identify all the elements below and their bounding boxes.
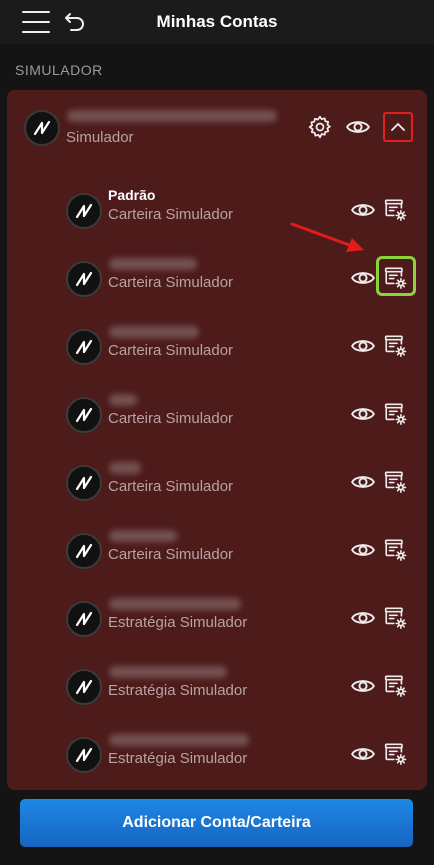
app-header: Minhas Contas [0, 0, 434, 44]
wallet-row[interactable]: Estratégia Simulador [7, 596, 427, 656]
wallet-eye-icon[interactable] [350, 673, 376, 699]
account-subtitle: Simulador [66, 129, 134, 146]
account-name-redacted [67, 110, 277, 122]
wallet-subtitle: Estratégia Simulador [108, 614, 248, 631]
wallet-row[interactable]: Carteira Simulador [7, 256, 427, 316]
wallet-eye-icon[interactable] [350, 605, 376, 631]
wallet-subtitle: Carteira Simulador [108, 410, 234, 427]
page-title: Minhas Contas [156, 12, 278, 31]
wallet-config-icon[interactable] [383, 401, 409, 427]
wallet-avatar-icon [66, 193, 102, 229]
wallet-config-icon[interactable] [383, 537, 409, 563]
wallet-config-icon[interactable] [383, 605, 409, 631]
wallet-row[interactable]: Carteira Simulador [7, 324, 427, 384]
collapse-chevron-up-button[interactable] [383, 112, 413, 142]
wallet-subtitle: Carteira Simulador [108, 478, 234, 495]
settings-gear-icon[interactable] [307, 114, 333, 140]
account-avatar-icon [24, 110, 60, 146]
section-label: SIMULADOR [15, 62, 103, 78]
wallet-avatar-icon [66, 601, 102, 637]
wallet-name-redacted [109, 598, 241, 610]
wallet-subtitle: Carteira Simulador [108, 342, 234, 359]
annotation-arrow-icon [290, 222, 364, 252]
wallet-subtitle: Estratégia Simulador [108, 750, 248, 767]
wallet-avatar-icon [66, 397, 102, 433]
account-eye-icon[interactable] [345, 114, 371, 140]
wallet-name-redacted [109, 462, 141, 474]
wallet-eye-icon[interactable] [350, 741, 376, 767]
wallet-avatar-icon [66, 669, 102, 705]
wallet-subtitle: Estratégia Simulador [108, 682, 248, 699]
wallet-avatar-icon [66, 533, 102, 569]
wallet-row[interactable]: Estratégia Simulador [7, 732, 427, 790]
wallet-config-icon[interactable] [383, 333, 409, 359]
wallet-name: Padrão [108, 187, 156, 203]
wallet-name-redacted [109, 326, 199, 338]
wallet-eye-icon[interactable] [350, 401, 376, 427]
wallet-name-redacted [109, 394, 137, 406]
add-account-wallet-button[interactable]: Adicionar Conta/Carteira [20, 799, 413, 847]
wallet-eye-icon[interactable] [350, 537, 376, 563]
wallet-eye-icon[interactable] [350, 469, 376, 495]
wallet-subtitle: Carteira Simulador [108, 274, 234, 291]
wallet-config-icon[interactable] [383, 741, 409, 767]
highlight-box [376, 256, 416, 296]
wallet-config-icon[interactable] [383, 469, 409, 495]
simulator-account-card: Simulador Padrão Carteira Simulador Cartei… [7, 90, 427, 790]
wallet-name-redacted [109, 530, 177, 542]
wallet-eye-icon[interactable] [350, 265, 376, 291]
wallet-config-icon[interactable] [383, 197, 409, 223]
wallet-eye-icon[interactable] [350, 333, 376, 359]
wallet-row[interactable]: Carteira Simulador [7, 460, 427, 520]
wallet-avatar-icon [66, 737, 102, 773]
wallet-avatar-icon [66, 329, 102, 365]
wallet-config-icon[interactable] [383, 673, 409, 699]
wallet-subtitle: Carteira Simulador [108, 546, 234, 563]
wallet-row[interactable]: Estratégia Simulador [7, 664, 427, 724]
wallet-avatar-icon [66, 465, 102, 501]
wallet-subtitle: Carteira Simulador [108, 206, 234, 223]
wallet-name-redacted [109, 734, 249, 746]
wallet-row[interactable]: Carteira Simulador [7, 528, 427, 588]
wallet-name-redacted [109, 666, 227, 678]
wallet-row[interactable]: Carteira Simulador [7, 392, 427, 452]
wallet-avatar-icon [66, 261, 102, 297]
wallet-name-redacted [109, 258, 197, 270]
